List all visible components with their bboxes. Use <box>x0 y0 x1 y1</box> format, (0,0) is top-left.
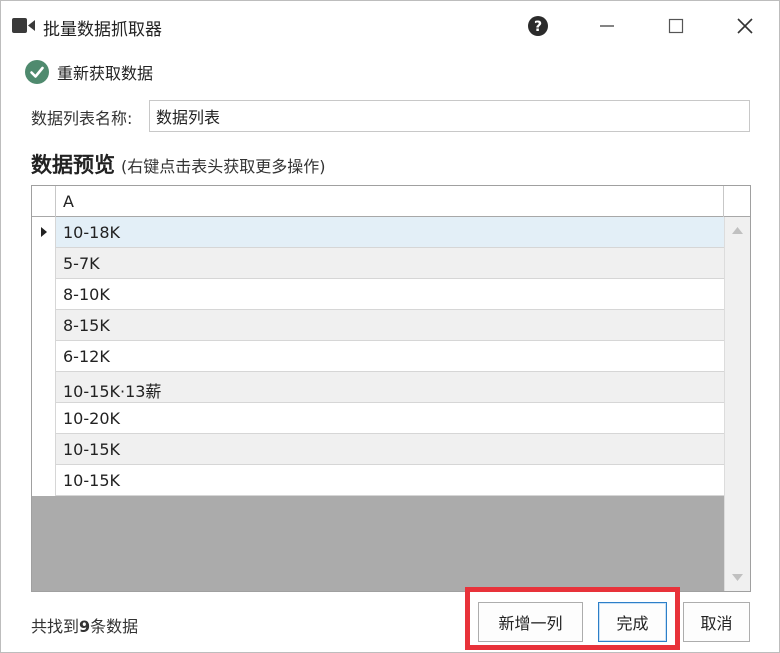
count-suffix: 条数据 <box>90 617 139 636</box>
window-title: 批量数据抓取器 <box>43 20 162 40</box>
grid-corner[interactable] <box>32 186 56 217</box>
table-cell[interactable]: 10-15K <box>56 465 724 496</box>
header-filler <box>724 186 750 217</box>
grid-rows: 10-18K 5-7K 8-10K 8-15K 6-12K 10-15K·13薪 <box>32 217 724 496</box>
table-cell[interactable]: 10-15K·13薪 <box>56 372 724 403</box>
table-row[interactable]: 6-12K <box>32 341 724 372</box>
table-cell[interactable]: 5-7K <box>56 248 724 279</box>
scroll-up-arrow-icon <box>732 227 743 234</box>
record-count: 共找到9条数据 <box>31 613 138 637</box>
table-cell[interactable]: 10-20K <box>56 403 724 434</box>
minimize-icon <box>600 25 614 27</box>
check-circle-icon <box>25 60 49 84</box>
vertical-scrollbar[interactable] <box>724 217 750 591</box>
column-header-a[interactable]: A <box>56 186 724 217</box>
count-prefix: 共找到 <box>31 617 80 636</box>
data-preview-grid: A 10-18K 5-7K 8-10K 8-15K 6-12K 10-15K·1… <box>31 185 751 592</box>
row-header[interactable] <box>32 403 56 434</box>
scroll-down-button[interactable] <box>728 568 747 587</box>
table-cell[interactable]: 6-12K <box>56 341 724 372</box>
help-button[interactable]: ? <box>515 7 561 45</box>
row-header[interactable] <box>32 465 56 496</box>
preview-heading: 数据预览 (右键点击表头获取更多操作) <box>31 149 326 179</box>
svg-text:?: ? <box>534 19 542 35</box>
camera-icon <box>12 18 35 33</box>
batch-scraper-dialog: 批量数据抓取器 ? 重新获取数据 数据列表名称: 数据列表 数据预览 (右键点击… <box>0 0 780 653</box>
row-header[interactable] <box>32 434 56 465</box>
minimize-button[interactable] <box>584 7 630 45</box>
row-header[interactable] <box>32 279 56 310</box>
refresh-label: 重新获取数据 <box>57 64 154 83</box>
table-row[interactable]: 10-20K <box>32 403 724 434</box>
maximize-button[interactable] <box>653 7 699 45</box>
row-header[interactable] <box>32 217 56 248</box>
count-number: 9 <box>79 617 91 636</box>
close-button[interactable] <box>722 7 768 45</box>
add-column-button[interactable]: 新增一列 <box>478 602 583 642</box>
preview-title: 数据预览 <box>31 153 115 177</box>
table-cell[interactable]: 10-18K <box>56 217 724 248</box>
help-icon: ? <box>528 16 548 36</box>
table-row[interactable]: 10-15K <box>32 465 724 496</box>
list-name-label: 数据列表名称: <box>31 109 133 128</box>
list-name-input[interactable] <box>149 100 750 132</box>
refresh-data-link[interactable]: 重新获取数据 <box>25 59 153 85</box>
table-cell[interactable]: 10-15K <box>56 434 724 465</box>
row-header[interactable] <box>32 310 56 341</box>
table-row[interactable]: 8-10K <box>32 279 724 310</box>
row-header[interactable] <box>32 341 56 372</box>
close-icon <box>737 18 753 34</box>
table-row[interactable]: 10-15K <box>32 434 724 465</box>
table-cell[interactable]: 8-10K <box>56 279 724 310</box>
table-cell[interactable]: 8-15K <box>56 310 724 341</box>
preview-hint: (右键点击表头获取更多操作) <box>121 157 326 176</box>
row-header[interactable] <box>32 372 56 403</box>
scroll-up-button[interactable] <box>728 221 747 240</box>
title-bar: 批量数据抓取器 ? <box>1 1 779 51</box>
maximize-icon <box>668 18 684 34</box>
current-row-arrow-icon <box>41 227 47 237</box>
table-row[interactable]: 8-15K <box>32 310 724 341</box>
row-header[interactable] <box>32 248 56 279</box>
cancel-button[interactable]: 取消 <box>683 602 750 642</box>
done-button[interactable]: 完成 <box>598 602 667 642</box>
table-row[interactable]: 10-15K·13薪 <box>32 372 724 403</box>
grid-header: A <box>32 186 750 217</box>
scroll-down-arrow-icon <box>732 574 743 581</box>
table-row[interactable]: 10-18K <box>32 217 724 248</box>
table-row[interactable]: 5-7K <box>32 248 724 279</box>
